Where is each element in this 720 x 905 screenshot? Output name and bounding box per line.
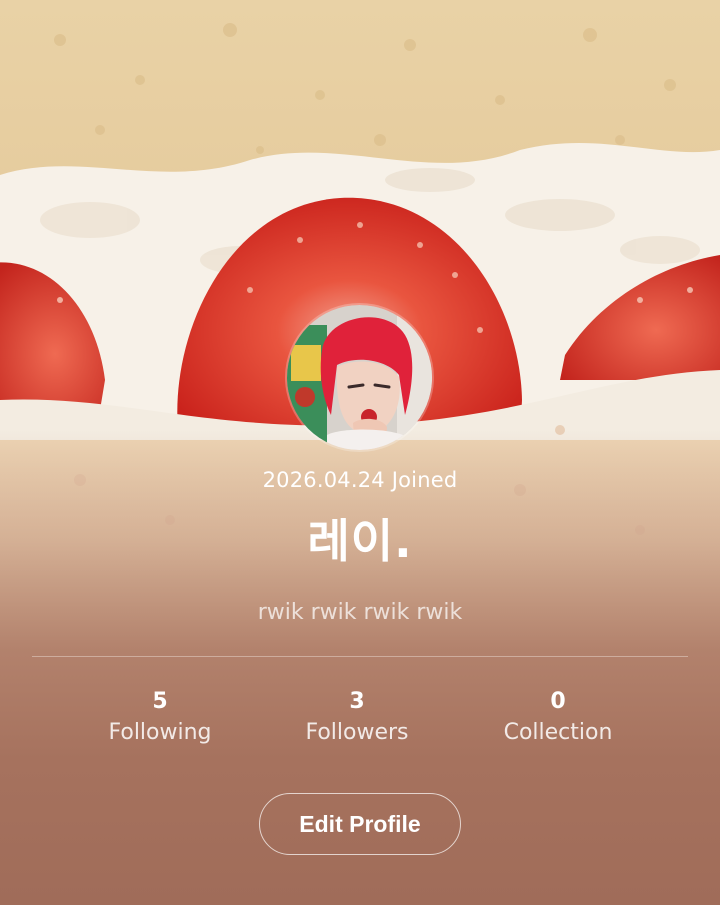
followers-label: Followers <box>305 720 409 745</box>
divider <box>32 656 688 657</box>
profile-stats: 5 Following 3 Followers 0 Collection <box>60 688 658 758</box>
profile-cover-image <box>0 0 720 905</box>
following-stat[interactable]: 5 Following <box>80 688 240 750</box>
collection-stat[interactable]: 0 Collection <box>478 688 638 750</box>
collection-label: Collection <box>503 720 613 745</box>
collection-count: 0 <box>550 689 566 714</box>
profile-bio: rwik rwik rwik rwik <box>257 600 463 625</box>
profile-photo-icon <box>287 305 432 450</box>
profile-screen: 2026.04.24 Joined 레이. rwik rwik rwik rwi… <box>0 0 720 905</box>
followers-stat[interactable]: 3 Followers <box>277 688 437 750</box>
avatar[interactable] <box>287 305 432 450</box>
joined-date: 2026.04.24 Joined <box>262 468 458 492</box>
followers-count: 3 <box>349 689 365 714</box>
profile-nickname: 레이. <box>307 514 413 568</box>
following-count: 5 <box>152 689 168 714</box>
cover-fade-overlay <box>0 0 720 905</box>
edit-profile-button[interactable]: Edit Profile <box>259 793 461 855</box>
following-label: Following <box>108 720 212 745</box>
